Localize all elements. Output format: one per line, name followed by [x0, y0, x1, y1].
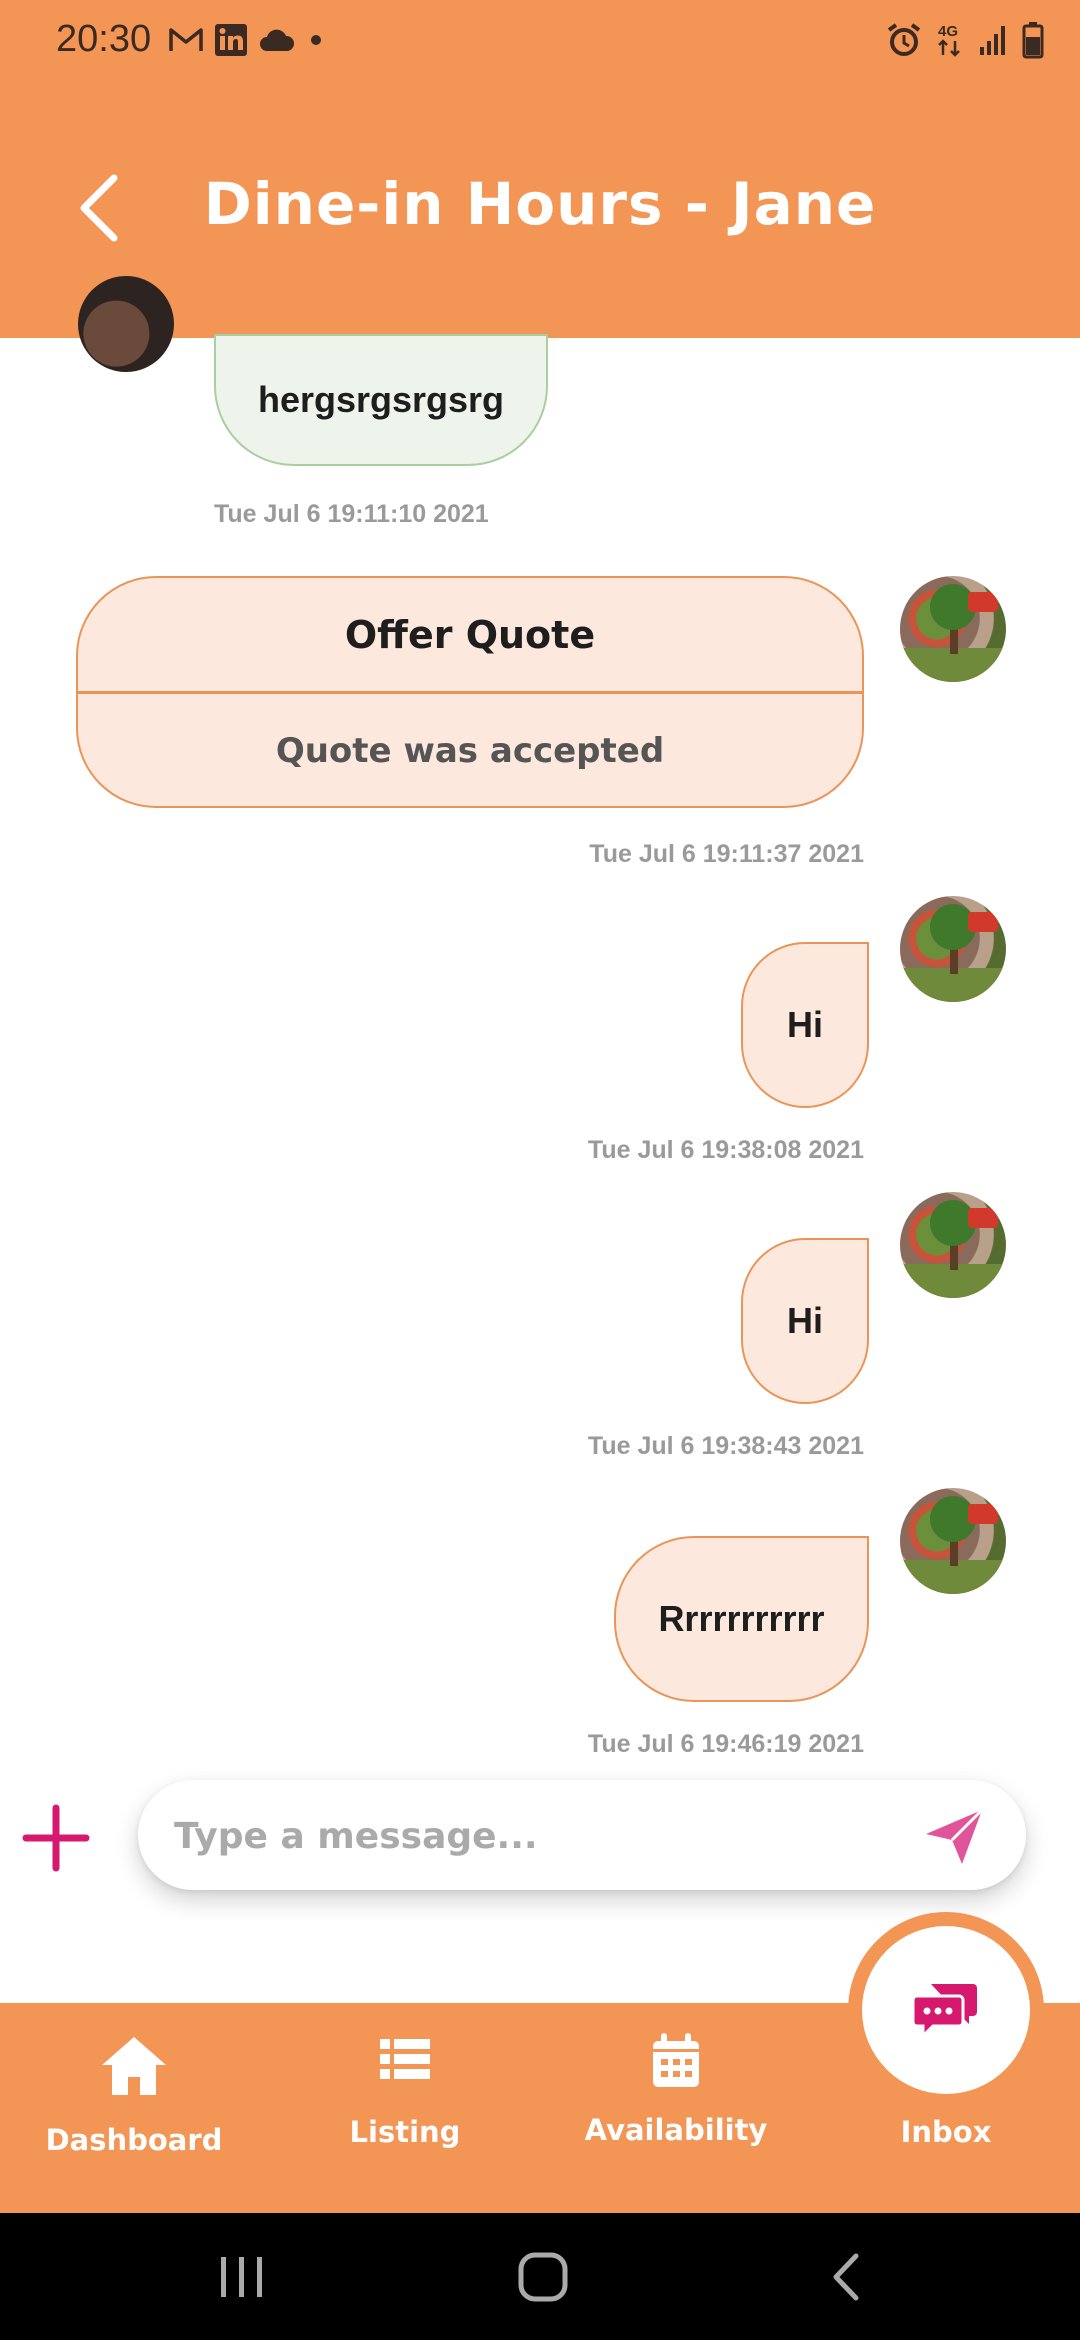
- message-bubble-sent: Hi: [741, 942, 869, 1108]
- offer-quote-card[interactable]: Offer Quote Quote was accepted: [76, 576, 864, 808]
- message-text: Rrrrrrrrrrr: [658, 1598, 825, 1639]
- message-text: Hi: [787, 1300, 823, 1341]
- offer-status: Quote was accepted: [275, 731, 665, 771]
- nav-item-availability[interactable]: Availability: [556, 2003, 796, 2213]
- my-avatar: [900, 576, 1006, 682]
- alarm-icon: [887, 23, 921, 56]
- linkedin-icon: [215, 24, 247, 56]
- chat-bubbles-icon: [913, 1984, 977, 2038]
- battery-icon: [1022, 22, 1044, 59]
- nav-label: Dashboard: [45, 2123, 223, 2157]
- back-chevron-icon: [833, 2253, 859, 2300]
- message-composer: [138, 1780, 1026, 1892]
- home-system-button[interactable]: [443, 2213, 643, 2340]
- back-system-button[interactable]: [746, 2213, 946, 2340]
- add-attachment-button[interactable]: [22, 1804, 90, 1872]
- message-bubble-sent: Hi: [741, 1238, 869, 1404]
- nav-label: Listing: [349, 2115, 461, 2149]
- message-input[interactable]: [172, 1780, 916, 1892]
- home-icon: [102, 2037, 166, 2095]
- message-timestamp: Tue Jul 6 19:46:19 2021: [587, 1730, 864, 1758]
- nav-item-inbox[interactable]: [848, 1912, 1044, 2108]
- my-avatar: [900, 1488, 1006, 1594]
- message-timestamp: Tue Jul 6 19:38:08 2021: [587, 1136, 864, 1164]
- system-navigation-bar: [0, 2213, 1080, 2340]
- message-timestamp: Tue Jul 6 19:38:43 2021: [587, 1432, 864, 1460]
- recent-apps-button[interactable]: [142, 2213, 342, 2340]
- chat-thread[interactable]: hergsrgsrgsrg Tue Jul 6 19:11:10 2021 Of…: [0, 276, 1080, 1758]
- network-4g-icon: 4G: [938, 23, 960, 57]
- calendar-icon: [653, 2033, 699, 2087]
- cloud-icon: [260, 29, 295, 51]
- offer-title: Offer Quote: [78, 578, 862, 694]
- page-title: Dine-in Hours - Jane: [203, 170, 877, 238]
- message-timestamp: Tue Jul 6 19:11:37 2021: [589, 840, 864, 868]
- send-icon[interactable]: [922, 1804, 986, 1868]
- nav-item-listing[interactable]: Listing: [285, 2003, 525, 2213]
- message-bubble-received: hergsrgsrgsrg: [214, 334, 548, 466]
- message-bubble-sent: Rrrrrrrrrrr: [614, 1536, 869, 1702]
- gmail-icon: [169, 28, 203, 51]
- list-icon: [380, 2039, 430, 2079]
- my-avatar: [900, 896, 1006, 1002]
- status-time: 20:30: [56, 18, 152, 60]
- nav-label: Inbox: [900, 2115, 992, 2149]
- message-text: hergsrgsrgsrg: [257, 379, 505, 420]
- sender-avatar: [78, 276, 174, 372]
- my-avatar: [900, 1192, 1006, 1298]
- dot-icon: [311, 35, 321, 45]
- nav-item-dashboard[interactable]: Dashboard: [14, 2003, 254, 2213]
- svg-text:4G: 4G: [938, 23, 958, 40]
- home-circle-icon: [518, 2252, 568, 2301]
- recent-apps-icon: [221, 2256, 262, 2297]
- signal-icon: [980, 26, 1005, 55]
- message-text: Hi: [787, 1004, 823, 1045]
- status-bar: 20:30 4G: [0, 0, 1080, 80]
- message-timestamp: Tue Jul 6 19:11:10 2021: [214, 500, 489, 528]
- app-header: 20:30 4G Dine-in Hours - Jane: [0, 0, 1080, 338]
- nav-label: Availability: [584, 2113, 768, 2147]
